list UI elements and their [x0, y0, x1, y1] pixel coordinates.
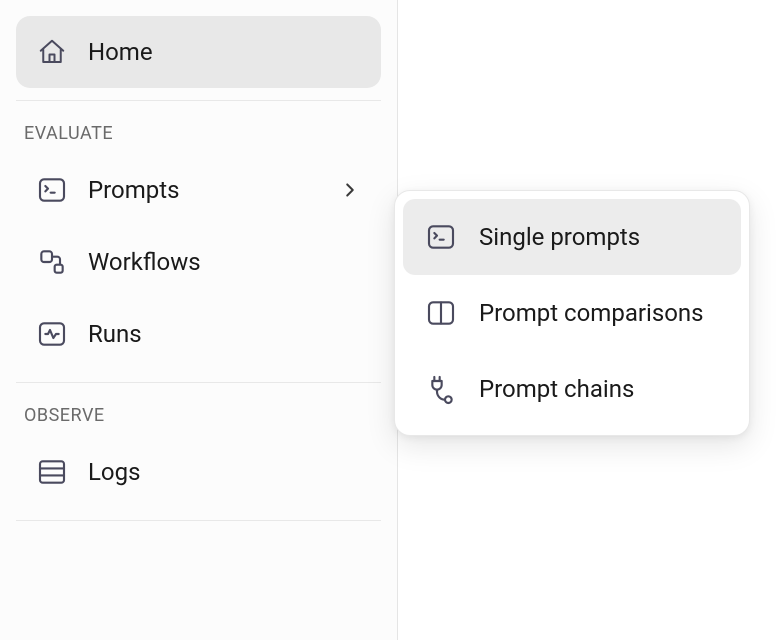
sidebar-item-label: Workflows [88, 248, 201, 276]
home-icon [36, 36, 68, 68]
divider [16, 100, 381, 101]
sidebar-item-label: Home [88, 38, 153, 66]
terminal-icon [36, 174, 68, 206]
submenu-item-label: Prompt comparisons [479, 299, 704, 327]
sidebar-item-runs[interactable]: Runs [16, 298, 381, 370]
logs-icon [36, 456, 68, 488]
submenu-item-label: Prompt chains [479, 375, 634, 403]
sidebar-item-label: Prompts [88, 176, 180, 204]
sidebar: Home EVALUATE Prompts Workflows [0, 0, 398, 640]
sidebar-item-prompts[interactable]: Prompts [16, 154, 381, 226]
submenu-item-single-prompts[interactable]: Single prompts [403, 199, 741, 275]
divider [16, 382, 381, 383]
sidebar-item-label: Runs [88, 320, 142, 348]
submenu-item-label: Single prompts [479, 223, 640, 251]
sidebar-item-label: Logs [88, 458, 140, 486]
terminal-icon [425, 221, 457, 253]
sidebar-item-home[interactable]: Home [16, 16, 381, 88]
submenu-item-prompt-chains[interactable]: Prompt chains [403, 351, 741, 427]
submenu-item-prompt-comparisons[interactable]: Prompt comparisons [403, 275, 741, 351]
section-header-evaluate: EVALUATE [16, 107, 381, 154]
chevron-right-icon [339, 179, 361, 201]
chain-plug-icon [425, 373, 457, 405]
sidebar-item-workflows[interactable]: Workflows [16, 226, 381, 298]
workflows-icon [36, 246, 68, 278]
section-header-observe: OBSERVE [16, 389, 381, 436]
divider [16, 520, 381, 521]
sidebar-item-logs[interactable]: Logs [16, 436, 381, 508]
prompts-submenu: Single prompts Prompt comparisons Prompt… [394, 190, 750, 436]
columns-icon [425, 297, 457, 329]
activity-icon [36, 318, 68, 350]
